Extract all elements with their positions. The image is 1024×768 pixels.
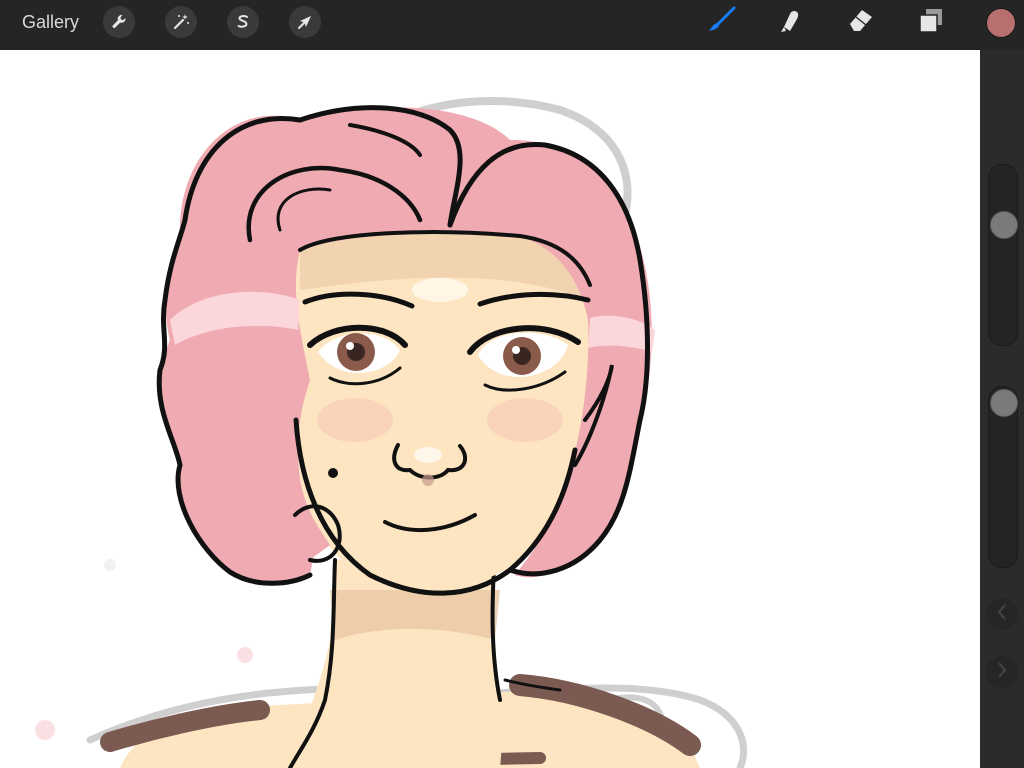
brush-tool-button[interactable] [706, 5, 736, 40]
eraser-icon [846, 5, 876, 40]
right-sidebar [980, 50, 1024, 768]
adjustments-button[interactable] [165, 6, 197, 38]
brush-icon [706, 5, 736, 40]
selection-s-icon [234, 13, 252, 31]
top-toolbar: Gallery [0, 0, 1024, 50]
layers-button[interactable] [916, 7, 946, 37]
gallery-button[interactable]: Gallery [22, 12, 79, 33]
actions-button[interactable] [103, 6, 135, 38]
arrow-cursor-icon [296, 13, 314, 31]
wrench-icon [110, 13, 128, 31]
color-picker-button[interactable] [986, 8, 1016, 38]
smudge-tool-button[interactable] [776, 7, 806, 37]
opacity-slider[interactable] [988, 386, 1018, 568]
selection-button[interactable] [227, 6, 259, 38]
eraser-tool-button[interactable] [846, 7, 876, 37]
magic-wand-icon [172, 13, 190, 31]
chevron-left-icon [996, 603, 1008, 626]
drawing-canvas[interactable] [0, 50, 980, 768]
brush-size-thumb[interactable] [990, 211, 1018, 240]
brush-size-slider[interactable] [988, 164, 1018, 346]
undo-button[interactable] [986, 598, 1018, 630]
transform-button[interactable] [289, 6, 321, 38]
layers-icon [916, 5, 946, 40]
illustration [35, 97, 748, 768]
opacity-thumb[interactable] [990, 389, 1018, 417]
chevron-right-icon [996, 661, 1008, 684]
redo-button[interactable] [986, 656, 1018, 688]
procreate-app: Gallery [0, 0, 1024, 768]
smudge-finger-icon [776, 5, 806, 40]
